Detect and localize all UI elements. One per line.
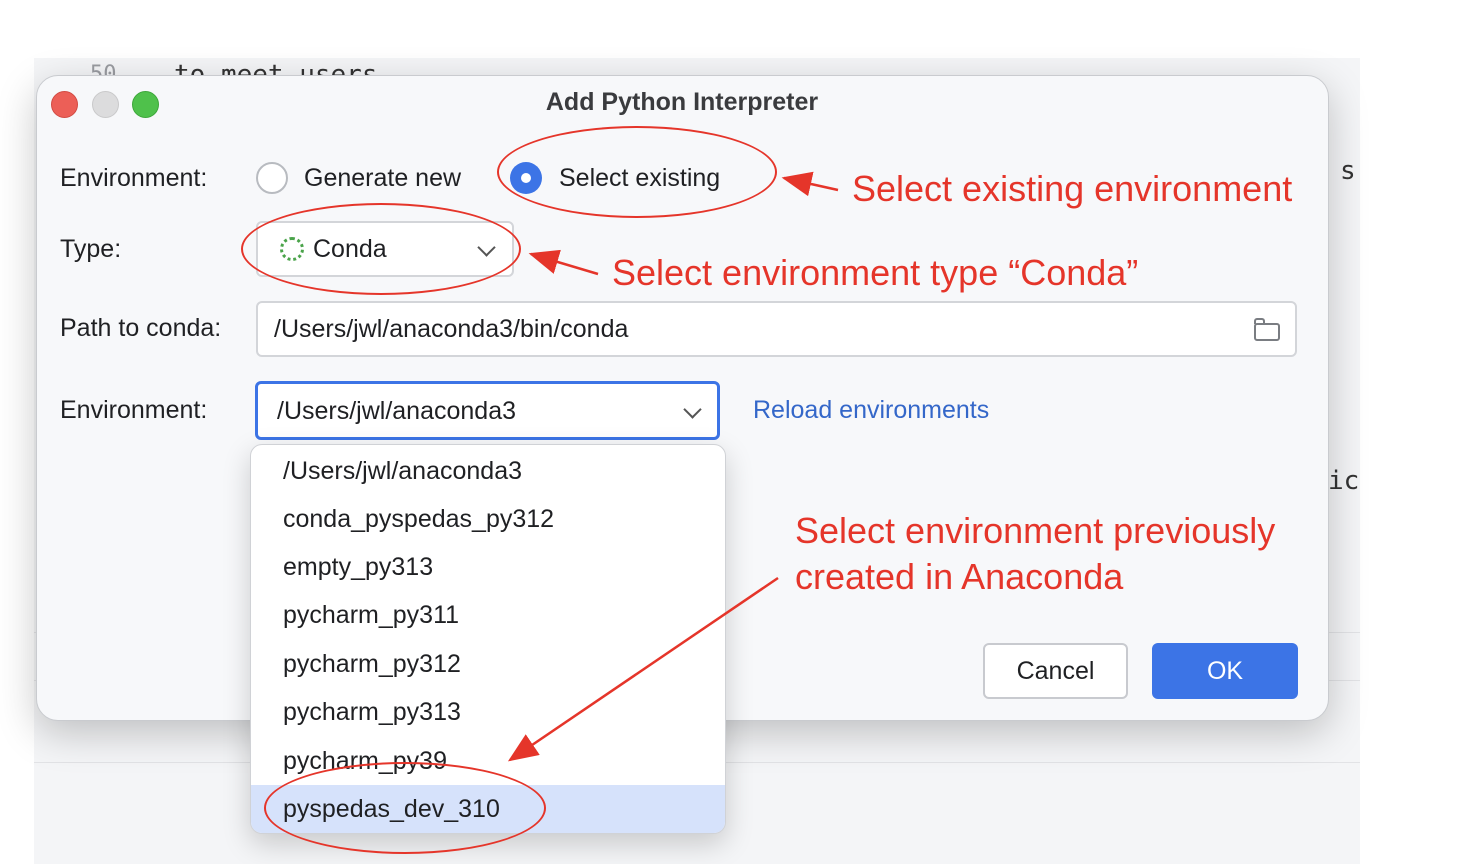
arrow-to-type-combo (528, 249, 599, 276)
annotation-select-env-line1: Select environment previously (795, 510, 1276, 551)
annotation-arrows (507, 171, 839, 762)
annotation-select-existing: Select existing environment (852, 168, 1293, 209)
arrow-to-select-existing (781, 171, 839, 197)
annotation-select-type: Select environment type “Conda” (612, 252, 1139, 293)
arrow-to-environment-item (507, 576, 779, 762)
annotation-select-env-line2: created in Anaconda (795, 556, 1124, 597)
